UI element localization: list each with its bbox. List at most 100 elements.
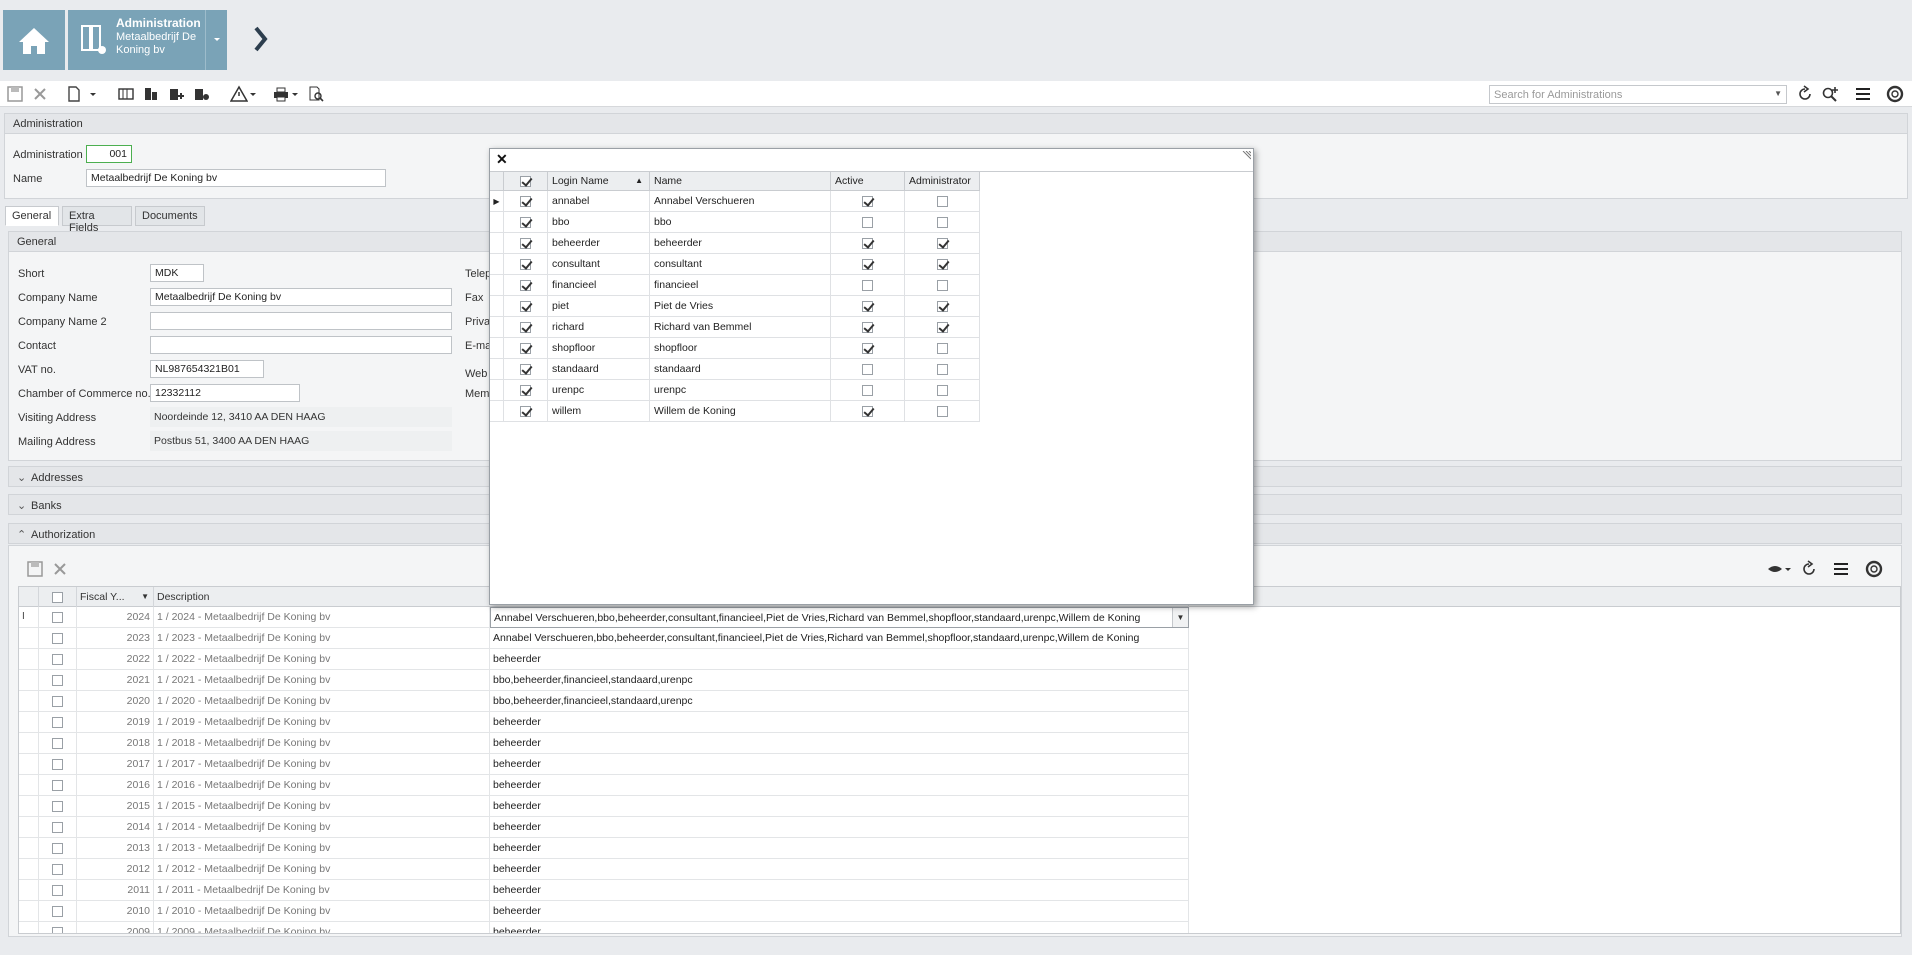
authorized-users-cell[interactable]: beheerder bbox=[490, 712, 1189, 733]
row-checkbox[interactable] bbox=[39, 775, 77, 796]
active-checkbox[interactable] bbox=[831, 401, 905, 422]
authorized-users-cell[interactable]: Annabel Verschueren,bbo,beheerder,consul… bbox=[490, 607, 1189, 628]
row-checkbox[interactable] bbox=[39, 838, 77, 859]
user-select-checkbox[interactable] bbox=[504, 233, 548, 254]
refresh-icon[interactable] bbox=[1796, 85, 1814, 103]
authorized-users-cell[interactable]: beheerder bbox=[490, 754, 1189, 775]
visiting-address-value[interactable]: Noordeinde 12, 3410 AA DEN HAAG bbox=[150, 407, 452, 427]
user-select-checkbox[interactable] bbox=[504, 380, 548, 401]
table-row[interactable]: 2010 1 / 2010 - Metaalbedrijf De Koning b… bbox=[19, 901, 1189, 922]
administrator-checkbox[interactable] bbox=[905, 359, 980, 380]
resize-grip-icon[interactable] bbox=[1241, 151, 1251, 161]
table-row[interactable]: 2020 1 / 2020 - Metaalbedrijf De Koning b… bbox=[19, 691, 1189, 712]
user-select-checkbox[interactable] bbox=[504, 191, 548, 212]
administrator-checkbox[interactable] bbox=[905, 275, 980, 296]
table-row[interactable]: 2016 1 / 2016 - Metaalbedrijf De Koning b… bbox=[19, 775, 1189, 796]
close-icon[interactable]: ✕ bbox=[496, 151, 508, 168]
table-row[interactable]: 2022 1 / 2022 - Metaalbedrijf De Koning b… bbox=[19, 649, 1189, 670]
row-checkbox[interactable] bbox=[39, 628, 77, 649]
authorized-users-cell[interactable]: beheerder bbox=[490, 817, 1189, 838]
row-checkbox[interactable] bbox=[39, 754, 77, 775]
administrator-checkbox[interactable] bbox=[905, 254, 980, 275]
active-checkbox[interactable] bbox=[831, 275, 905, 296]
list-item[interactable]: urenpc urenpc bbox=[490, 380, 980, 401]
list-item[interactable]: ▶ annabel Annabel Verschueren bbox=[490, 191, 980, 212]
list-item[interactable]: willem Willem de Koning bbox=[490, 401, 980, 422]
row-checkbox[interactable] bbox=[39, 670, 77, 691]
auth-save-icon[interactable] bbox=[26, 560, 44, 578]
list-item[interactable]: standaard standaard bbox=[490, 359, 980, 380]
table-row[interactable]: 2017 1 / 2017 - Metaalbedrijf De Koning b… bbox=[19, 754, 1189, 775]
row-checkbox[interactable] bbox=[39, 607, 77, 628]
popup-select-all-checkbox[interactable] bbox=[504, 172, 548, 191]
user-select-checkbox[interactable] bbox=[504, 317, 548, 338]
administrator-checkbox[interactable] bbox=[905, 191, 980, 212]
warning-icon[interactable] bbox=[230, 85, 248, 103]
administration-tile[interactable]: Administration Metaalbedrijf De Koning b… bbox=[68, 10, 227, 70]
active-checkbox[interactable] bbox=[831, 191, 905, 212]
table-row[interactable]: 2009 1 / 2009 - Metaalbedrijf De Koning b… bbox=[19, 922, 1189, 933]
user-select-checkbox[interactable] bbox=[504, 296, 548, 317]
active-checkbox[interactable] bbox=[831, 338, 905, 359]
table-row[interactable]: 2014 1 / 2014 - Metaalbedrijf De Koning b… bbox=[19, 817, 1189, 838]
company-name-2-field[interactable] bbox=[150, 312, 452, 330]
table-row[interactable]: 2011 1 / 2011 - Metaalbedrijf De Koning b… bbox=[19, 880, 1189, 901]
print-dropdown-icon[interactable] bbox=[290, 85, 300, 103]
authorization-grid[interactable]: Fiscal Y... ▼ Description I 2024 1 / 2024 -… bbox=[18, 586, 1901, 934]
authorized-users-cell[interactable]: beheerder bbox=[490, 733, 1189, 754]
authorized-users-cell[interactable]: beheerder bbox=[490, 796, 1189, 817]
user-select-checkbox[interactable] bbox=[504, 212, 548, 233]
list-item[interactable]: richard Richard van Bemmel bbox=[490, 317, 980, 338]
fiscal-year-header[interactable]: Fiscal Y... ▼ bbox=[77, 587, 154, 607]
print-icon[interactable] bbox=[272, 85, 290, 103]
active-checkbox[interactable] bbox=[831, 254, 905, 275]
active-checkbox[interactable] bbox=[831, 380, 905, 401]
table-row[interactable]: 2012 1 / 2012 - Metaalbedrijf De Koning b… bbox=[19, 859, 1189, 880]
administrator-checkbox[interactable] bbox=[905, 380, 980, 401]
authorized-users-cell[interactable]: beheerder bbox=[490, 775, 1189, 796]
breadcrumb-next-arrow[interactable] bbox=[250, 24, 270, 54]
warning-dropdown-icon[interactable] bbox=[248, 85, 258, 103]
add-search-icon[interactable] bbox=[1821, 85, 1839, 103]
user-selection-popup[interactable]: ✕ Login Name ▲ Name Active Administrator … bbox=[489, 148, 1254, 605]
authorized-users-cell[interactable]: beheerder bbox=[490, 838, 1189, 859]
list-item[interactable]: consultant consultant bbox=[490, 254, 980, 275]
cancel-icon[interactable] bbox=[31, 85, 49, 103]
list-item[interactable]: shopfloor shopfloor bbox=[490, 338, 980, 359]
admin-tile-dropdown[interactable] bbox=[205, 10, 227, 70]
contact-field[interactable] bbox=[150, 336, 452, 354]
authorized-users-cell[interactable]: bbo,beheerder,financieel,standaard,urenp… bbox=[490, 670, 1189, 691]
auth-cancel-icon[interactable] bbox=[51, 560, 69, 578]
table-row[interactable]: I 2024 1 / 2024 - Metaalbedrijf De Koning … bbox=[19, 607, 1189, 628]
authorized-users-cell[interactable]: beheerder bbox=[490, 649, 1189, 670]
users-dropdown-icon[interactable]: ▼ bbox=[1172, 608, 1188, 627]
short-field[interactable]: MDK bbox=[150, 264, 204, 282]
authorized-users-cell[interactable]: beheerder bbox=[490, 901, 1189, 922]
login-name-header[interactable]: Login Name ▲ bbox=[548, 172, 650, 191]
administrator-header[interactable]: Administrator bbox=[905, 172, 980, 191]
administrator-checkbox[interactable] bbox=[905, 233, 980, 254]
active-checkbox[interactable] bbox=[831, 212, 905, 233]
list-item[interactable]: bbo bbo bbox=[490, 212, 980, 233]
table-row[interactable]: 2015 1 / 2015 - Metaalbedrijf De Koning b… bbox=[19, 796, 1189, 817]
help-lifebuoy-icon[interactable] bbox=[1886, 85, 1904, 103]
name-field[interactable]: Metaalbedrijf De Koning bv bbox=[86, 169, 386, 187]
active-header[interactable]: Active bbox=[831, 172, 905, 191]
tab-documents[interactable]: Documents bbox=[135, 206, 205, 226]
tab-general[interactable]: General bbox=[5, 206, 59, 226]
administrator-checkbox[interactable] bbox=[905, 338, 980, 359]
menu-icon[interactable] bbox=[1854, 85, 1872, 103]
user-grid[interactable]: Login Name ▲ Name Active Administrator ▶ a… bbox=[490, 171, 1253, 604]
row-checkbox[interactable] bbox=[39, 859, 77, 880]
administrator-checkbox[interactable] bbox=[905, 401, 980, 422]
add-building-icon[interactable] bbox=[167, 85, 185, 103]
table-row[interactable]: 2019 1 / 2019 - Metaalbedrijf De Koning b… bbox=[19, 712, 1189, 733]
auth-menu-icon[interactable] bbox=[1832, 560, 1850, 578]
tab-extra-fields[interactable]: Extra Fields bbox=[62, 206, 132, 234]
name-header[interactable]: Name bbox=[650, 172, 831, 191]
authorized-users-cell[interactable]: beheerder bbox=[490, 880, 1189, 901]
new-dropdown-icon[interactable] bbox=[88, 85, 98, 103]
vat-field[interactable]: NL987654321B01 bbox=[150, 360, 264, 378]
view-options-icon[interactable] bbox=[1766, 560, 1792, 578]
user-select-checkbox[interactable] bbox=[504, 359, 548, 380]
